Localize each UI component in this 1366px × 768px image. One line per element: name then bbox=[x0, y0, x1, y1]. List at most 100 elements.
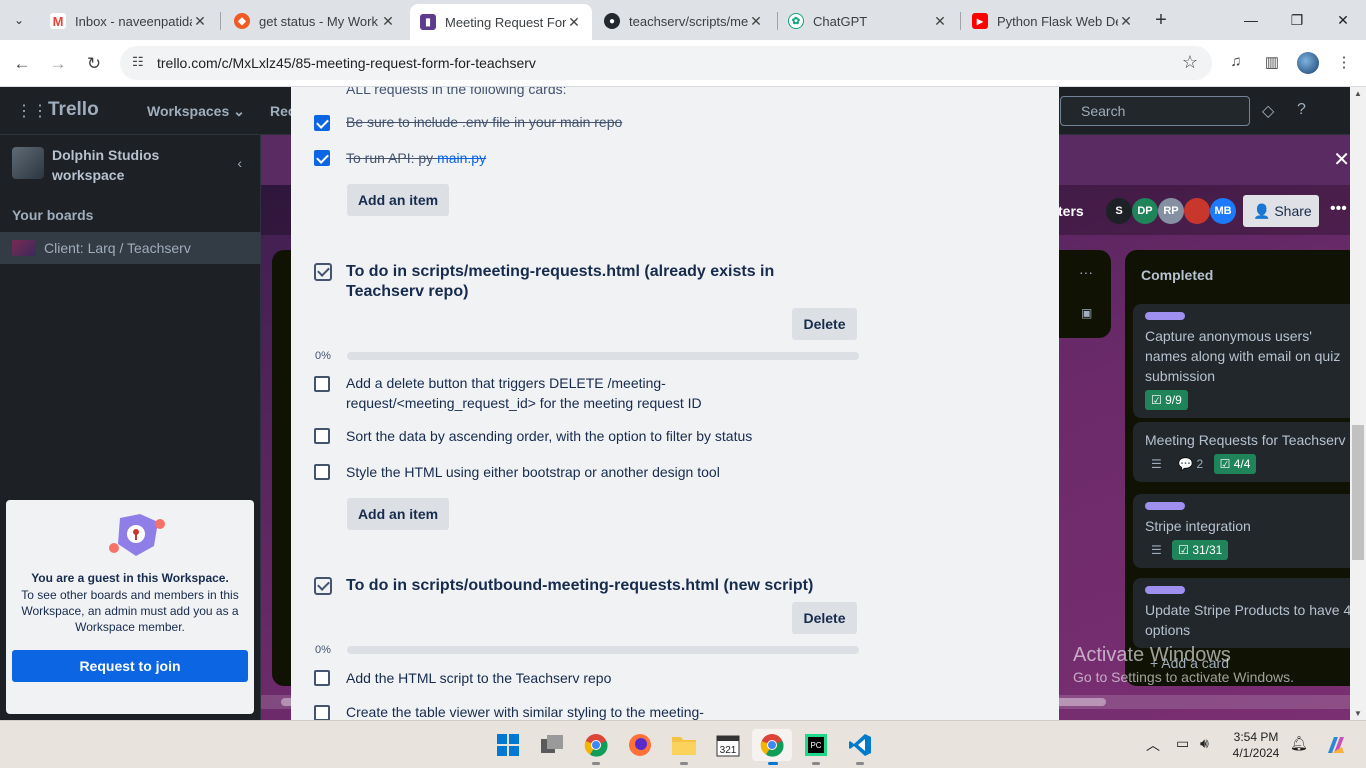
checklist-checkbox[interactable] bbox=[314, 428, 330, 444]
list-card[interactable]: Capture anonymous users' names along wit… bbox=[1133, 304, 1366, 418]
checklist-title[interactable]: To do in scripts/meeting-requests.html (… bbox=[346, 262, 856, 302]
file-explorer-icon[interactable] bbox=[668, 729, 700, 765]
add-item-button[interactable]: Add an item bbox=[347, 184, 449, 216]
close-icon[interactable]: ✕ bbox=[380, 13, 396, 30]
tab-gmail[interactable]: M Inbox - naveenpatida ✕ bbox=[40, 6, 218, 36]
checklist-item[interactable]: Sort the data by ascending order, with t… bbox=[346, 426, 886, 446]
firefox-app-icon[interactable] bbox=[624, 729, 656, 761]
tab-youtube[interactable]: ▶ Python Flask Web De ✕ bbox=[962, 6, 1144, 36]
member-avatar[interactable]: RP bbox=[1158, 198, 1184, 224]
checklist-checkbox[interactable] bbox=[314, 150, 330, 166]
checklist-checkbox[interactable] bbox=[314, 705, 330, 720]
network-icon[interactable]: ▭ bbox=[1176, 735, 1189, 752]
scroll-down-icon[interactable]: ▼ bbox=[1354, 709, 1362, 718]
checklist-item[interactable]: Style the HTML using either bootstrap or… bbox=[346, 462, 846, 482]
chrome-active-app-icon[interactable] bbox=[752, 729, 792, 765]
app-switcher-icon[interactable]: ⋮⋮ bbox=[16, 101, 48, 121]
close-icon[interactable]: ✕ bbox=[566, 14, 582, 31]
omnibox[interactable]: ☷ trello.com/c/MxLxlz45/85-meeting-reque… bbox=[120, 46, 1212, 80]
list-card[interactable]: Stripe integration ☰ ☑ 31/31 bbox=[1133, 494, 1366, 568]
checklist-item[interactable]: Add a delete button that triggers DELETE… bbox=[346, 373, 846, 413]
new-tab-button[interactable]: + bbox=[1150, 8, 1172, 32]
trello-search-input[interactable]: Search bbox=[1060, 96, 1250, 126]
checklist-checkbox[interactable] bbox=[314, 464, 330, 480]
chrome-menu-icon[interactable]: ⋮ bbox=[1333, 53, 1355, 75]
checklist-title[interactable]: To do in scripts/outbound-meeting-reques… bbox=[346, 576, 856, 596]
show-hidden-icons-icon[interactable]: ︿ bbox=[1146, 735, 1160, 755]
close-window-button[interactable]: ✕ bbox=[1320, 0, 1366, 40]
github-icon: ● bbox=[604, 13, 620, 29]
vscode-app-icon[interactable] bbox=[844, 729, 876, 765]
checklist-item[interactable]: Add the HTML script to the Teachserv rep… bbox=[346, 668, 846, 688]
help-icon[interactable]: ? bbox=[1297, 101, 1306, 119]
bookmark-star-icon[interactable]: ☆ bbox=[1182, 52, 1198, 73]
list-menu-icon[interactable]: ··· bbox=[1079, 264, 1093, 280]
filters-button[interactable]: ters bbox=[1058, 203, 1084, 219]
checklist-checkbox[interactable] bbox=[314, 670, 330, 686]
site-info-icon[interactable]: ☷ bbox=[132, 54, 144, 70]
checklist-item[interactable]: Be sure to include .env file in your mai… bbox=[346, 112, 846, 132]
checklist-checkbox[interactable] bbox=[314, 376, 330, 392]
list-title[interactable]: Completed bbox=[1141, 267, 1213, 283]
board-thumbnail bbox=[12, 240, 36, 256]
profile-avatar[interactable] bbox=[1297, 52, 1319, 74]
add-item-button[interactable]: Add an item bbox=[347, 498, 449, 530]
url-text[interactable]: trello.com/c/MxLxlz45/85-meeting-request… bbox=[157, 55, 536, 71]
windows-start-icon[interactable] bbox=[492, 729, 524, 761]
delete-checklist-button[interactable]: Delete bbox=[792, 602, 857, 634]
tab-trello-active[interactable]: ▮ Meeting Request Forr ✕ bbox=[410, 4, 592, 40]
close-icon[interactable]: ✕ bbox=[932, 13, 948, 30]
request-to-join-button[interactable]: Request to join bbox=[12, 650, 248, 682]
trello-logo[interactable]: Trello bbox=[48, 99, 99, 121]
tab-search-icon[interactable]: ⌄ bbox=[6, 8, 32, 32]
notification-bell-icon[interactable]: 🔔︎ bbox=[1290, 735, 1308, 752]
forward-button[interactable]: → bbox=[46, 52, 70, 76]
collapse-sidebar-icon[interactable]: ‹ bbox=[237, 155, 242, 171]
checklist-item[interactable]: Create the table viewer with similar sty… bbox=[346, 702, 846, 720]
card-template-icon[interactable]: ▣ bbox=[1081, 306, 1092, 320]
member-avatar[interactable]: DP bbox=[1132, 198, 1158, 224]
media-control-icon[interactable]: ♫ bbox=[1225, 53, 1247, 75]
checklist-progress-bar bbox=[347, 352, 859, 360]
restore-button[interactable]: ❐ bbox=[1274, 0, 1320, 40]
share-button[interactable]: 👤 Share bbox=[1243, 195, 1319, 227]
member-avatar[interactable]: S bbox=[1106, 198, 1132, 224]
chrome-app-icon[interactable] bbox=[580, 729, 612, 765]
close-icon[interactable]: ✕ bbox=[192, 13, 208, 30]
pycharm-app-icon[interactable]: PC bbox=[800, 729, 832, 765]
checklist-checkbox[interactable] bbox=[314, 115, 330, 131]
sidebar-board-item[interactable]: Client: Larq / Teachserv bbox=[0, 232, 261, 264]
list-card[interactable]: Meeting Requests for Teachserv ☰ 💬 2 ☑ 4… bbox=[1133, 422, 1366, 482]
main-py-link[interactable]: main.py bbox=[437, 150, 486, 166]
member-avatar[interactable] bbox=[1184, 198, 1210, 224]
minimize-button[interactable]: — bbox=[1228, 0, 1274, 40]
workspace-switcher[interactable]: Dolphin Studios workspace ‹ bbox=[12, 145, 252, 185]
tab-chatgpt[interactable]: ✿ ChatGPT ✕ bbox=[778, 6, 958, 36]
member-avatar[interactable]: MB bbox=[1210, 198, 1236, 224]
copilot-icon[interactable] bbox=[1320, 729, 1352, 761]
calendar-app-icon[interactable]: 321 bbox=[712, 729, 744, 761]
notifications-icon[interactable]: ◇ bbox=[1262, 101, 1274, 121]
activate-windows-watermark: Activate Windows Go to Settings to activ… bbox=[1073, 644, 1294, 685]
tab-clickup[interactable]: ◆ get status - My Work ✕ bbox=[224, 6, 406, 36]
close-icon[interactable]: ✕ bbox=[748, 13, 764, 30]
system-clock[interactable]: 3:54 PM 4/1/2024 bbox=[1226, 729, 1286, 761]
tab-github[interactable]: ● teachserv/scripts/me ✕ bbox=[594, 6, 774, 36]
task-view-icon[interactable] bbox=[536, 729, 568, 761]
volume-icon[interactable]: 🔊︎ bbox=[1200, 735, 1209, 752]
page-vertical-scrollbar[interactable]: ▲ ▼ bbox=[1350, 87, 1366, 720]
scroll-up-icon[interactable]: ▲ bbox=[1354, 89, 1362, 98]
list-card[interactable]: Update Stripe Products to have 4 options bbox=[1133, 578, 1366, 648]
delete-checklist-button[interactable]: Delete bbox=[792, 308, 857, 340]
tab-separator bbox=[220, 12, 221, 30]
side-panel-icon[interactable]: ▥ bbox=[1261, 53, 1283, 75]
reload-button[interactable]: ↻ bbox=[82, 52, 106, 76]
windows-taskbar: 321 PC ︿ ▭ 🔊︎ 3:54 PM 4/1/2024 🔔︎ bbox=[0, 720, 1366, 768]
close-icon[interactable]: ✕ bbox=[1118, 13, 1134, 30]
checklist-item[interactable]: To run API: py main.py bbox=[346, 148, 846, 168]
scrollbar-thumb[interactable] bbox=[1352, 425, 1364, 560]
workspaces-menu[interactable]: Workspaces ⌄ bbox=[147, 103, 245, 120]
board-menu-icon[interactable]: ••• bbox=[1330, 200, 1347, 218]
close-icon[interactable]: ✕ bbox=[1333, 147, 1350, 172]
back-button[interactable]: ← bbox=[10, 52, 34, 76]
